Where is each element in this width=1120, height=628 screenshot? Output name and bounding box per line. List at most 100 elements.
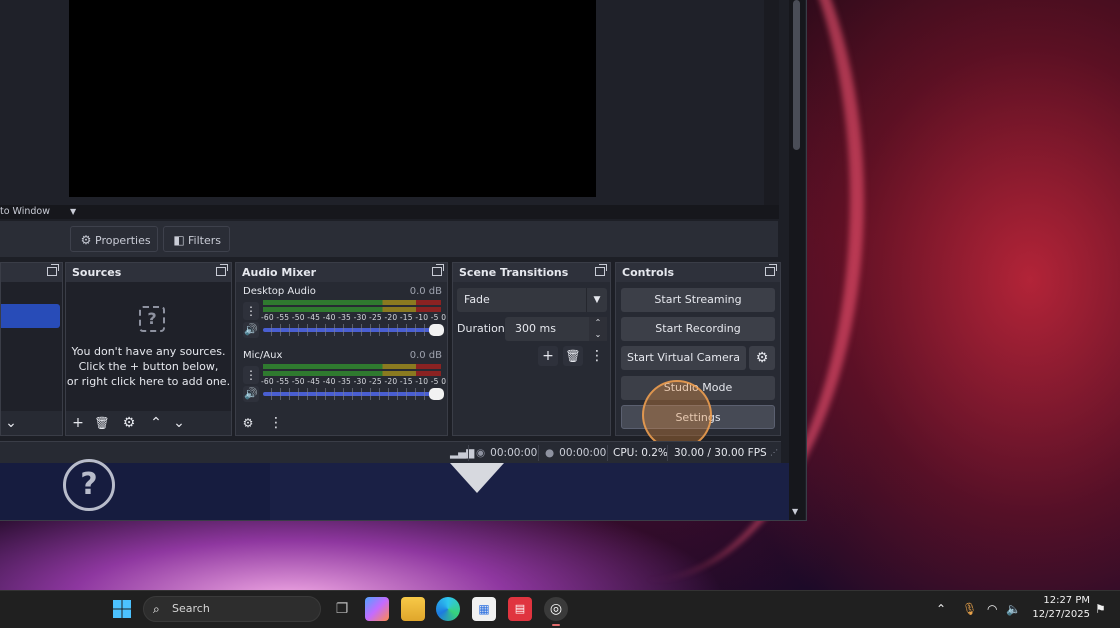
sources-empty-message: You don't have any sources. Click the + … bbox=[66, 344, 231, 389]
stream-time: 00:00:00 bbox=[490, 447, 538, 459]
kebab-menu-icon[interactable]: ⋮ bbox=[243, 302, 259, 320]
chevron-down-icon[interactable]: ⌄ bbox=[171, 415, 187, 431]
filters-button[interactable]: ◧ Filters bbox=[163, 226, 230, 252]
audio-mixer-body: Desktop Audio 0.0 dB -60 -55 -50 -45 -40… bbox=[236, 282, 447, 411]
stream-status: ◉ 00:00:00 bbox=[476, 442, 537, 464]
channel-db: 0.0 dB bbox=[409, 286, 442, 297]
chevron-up-icon[interactable]: ⌃ bbox=[148, 415, 164, 431]
transition-select[interactable]: Fade ▼ bbox=[457, 288, 607, 312]
spin-down-icon[interactable]: ⌄ bbox=[589, 329, 607, 341]
file-explorer-icon[interactable] bbox=[401, 597, 425, 621]
store-icon[interactable]: ▦ bbox=[472, 597, 496, 621]
scenes-list bbox=[1, 282, 62, 411]
meter-ticks: -60 -55 -50 -45 -40 -35 -30 -25 -20 -15 … bbox=[261, 377, 447, 386]
preview-canvas[interactable] bbox=[69, 0, 596, 197]
pointer-triangle bbox=[450, 463, 504, 493]
volume-meter: -60 -55 -50 -45 -40 -35 -30 -25 -20 -15 … bbox=[261, 364, 446, 386]
start-recording-button[interactable]: Start Recording bbox=[621, 317, 775, 341]
spin-up-icon[interactable]: ⌃ bbox=[589, 317, 607, 329]
slider-knob[interactable] bbox=[429, 388, 444, 400]
channel-name: Desktop Audio bbox=[243, 286, 316, 297]
undock-icon[interactable] bbox=[595, 264, 607, 276]
gear-icon: ⚙ bbox=[80, 233, 92, 247]
question-icon: ? bbox=[139, 306, 165, 332]
resize-grip-icon[interactable]: ⋰ bbox=[770, 442, 778, 464]
add-icon[interactable]: + bbox=[70, 415, 86, 431]
fit-label[interactable]: to Window bbox=[0, 205, 50, 219]
volume-icon[interactable]: 🔈 bbox=[1006, 597, 1021, 621]
studio-mode-button[interactable]: Studio Mode bbox=[621, 376, 775, 400]
obs-icon[interactable]: ◎ bbox=[544, 597, 568, 621]
undock-icon[interactable] bbox=[765, 264, 777, 276]
active-app-indicator bbox=[552, 624, 560, 626]
preview-scrollbar[interactable] bbox=[764, 0, 779, 205]
kebab-menu-icon[interactable]: ⋮ bbox=[268, 415, 284, 431]
clock-time: 12:27 PM bbox=[1043, 595, 1090, 606]
advanced-audio-gear-icon[interactable]: ⚙ bbox=[240, 415, 256, 431]
meter-ticks: -60 -55 -50 -45 -40 -35 -30 -25 -20 -15 … bbox=[261, 313, 447, 322]
mixer-channel: Mic/Aux 0.0 dB -60 -55 -50 -45 -40 -35 -… bbox=[236, 348, 447, 410]
kebab-menu-icon[interactable]: ⋮ bbox=[243, 366, 259, 384]
taskbar-clock[interactable]: 12:27 PM 12/27/2025 bbox=[1030, 594, 1090, 622]
filter-icon: ◧ bbox=[173, 233, 185, 247]
notification-bell-icon[interactable]: ⚑ bbox=[1095, 597, 1106, 621]
copilot-icon[interactable] bbox=[365, 597, 389, 621]
sources-footer: + 🗑 ⚙ ⌃ ⌄ bbox=[66, 411, 231, 435]
duration-spinbox[interactable]: 300 ms ⌃ ⌄ bbox=[505, 317, 607, 341]
gear-icon[interactable]: ⚙ bbox=[121, 415, 137, 431]
wifi-icon[interactable]: ◠ bbox=[987, 597, 997, 621]
task-view-icon[interactable]: ❐ bbox=[330, 597, 354, 621]
trash-icon[interactable]: 🗑 bbox=[563, 346, 583, 366]
window-scrollbar[interactable]: ▼ bbox=[789, 0, 805, 520]
volume-slider[interactable] bbox=[263, 388, 444, 400]
sources-list[interactable]: ? You don't have any sources. Click the … bbox=[66, 282, 231, 411]
chevron-up-icon[interactable]: ⌃ bbox=[936, 597, 946, 621]
app-icon[interactable]: ▤ bbox=[508, 597, 532, 621]
lower-window-area: ? bbox=[0, 459, 789, 520]
add-icon[interactable]: + bbox=[538, 346, 558, 366]
chevron-down-icon[interactable]: ⌄ bbox=[3, 415, 19, 431]
dropdown-arrow-icon[interactable]: ▼ bbox=[586, 288, 607, 312]
volume-slider[interactable] bbox=[263, 324, 444, 336]
status-bar: ▂▄▆ ◉ 00:00:00 ● 00:00:00 CPU: 0.2% 30.00 … bbox=[0, 441, 781, 464]
filters-label: Filters bbox=[188, 234, 221, 247]
broadcast-icon: ◉ bbox=[476, 447, 486, 459]
duration-value: 300 ms bbox=[515, 322, 556, 335]
speaker-icon[interactable]: 🔊 bbox=[243, 386, 259, 402]
scroll-down-icon[interactable]: ▼ bbox=[792, 507, 798, 516]
scene-item-selected[interactable] bbox=[1, 304, 60, 328]
taskbar-search-input[interactable]: ⌕ Search bbox=[143, 596, 321, 622]
channel-name: Mic/Aux bbox=[243, 350, 283, 361]
start-virtual-camera-button[interactable]: Start Virtual Camera bbox=[621, 346, 746, 370]
microphone-icon[interactable]: 🎙 bbox=[962, 597, 977, 621]
edge-icon[interactable] bbox=[436, 597, 460, 621]
question-circle-icon: ? bbox=[63, 459, 115, 511]
settings-button[interactable]: Settings bbox=[621, 405, 775, 429]
duration-label: Duration bbox=[457, 322, 505, 335]
audio-mixer-title: Audio Mixer bbox=[236, 263, 447, 282]
trash-icon[interactable]: 🗑 bbox=[94, 415, 110, 431]
controls-body: Start Streaming Start Recording Start Vi… bbox=[616, 282, 780, 435]
empty-line-3: or right click here to add one. bbox=[66, 375, 231, 388]
start-streaming-button[interactable]: Start Streaming bbox=[621, 288, 775, 312]
virtual-camera-gear-icon[interactable]: ⚙ bbox=[749, 346, 775, 370]
clock-date: 12/27/2025 bbox=[1032, 609, 1090, 620]
slider-knob[interactable] bbox=[429, 324, 444, 336]
audio-mixer-footer: ⚙ ⋮ bbox=[236, 411, 447, 435]
scenes-footer: ⌄ bbox=[1, 411, 62, 435]
channel-db: 0.0 dB bbox=[409, 350, 442, 361]
scenes-dock: ⌄ bbox=[0, 262, 63, 436]
undock-icon[interactable] bbox=[47, 264, 59, 276]
fit-dropdown-icon[interactable]: ▼ bbox=[70, 205, 76, 219]
network-signal-icon: ▂▄▆ bbox=[450, 447, 475, 459]
windows-logo-icon[interactable] bbox=[110, 597, 134, 621]
properties-button[interactable]: ⚙ Properties bbox=[70, 226, 158, 252]
undock-icon[interactable] bbox=[432, 264, 444, 276]
empty-line-1: You don't have any sources. bbox=[71, 345, 226, 358]
sources-title: Sources bbox=[66, 263, 231, 282]
kebab-menu-icon[interactable]: ⋮ bbox=[587, 346, 607, 366]
speaker-icon[interactable]: 🔊 bbox=[243, 322, 259, 338]
scrollbar-thumb[interactable] bbox=[793, 0, 800, 150]
undock-icon[interactable] bbox=[216, 264, 228, 276]
scene-transitions-body: Fade ▼ Duration 300 ms ⌃ ⌄ + 🗑 ⋮ bbox=[453, 282, 610, 435]
